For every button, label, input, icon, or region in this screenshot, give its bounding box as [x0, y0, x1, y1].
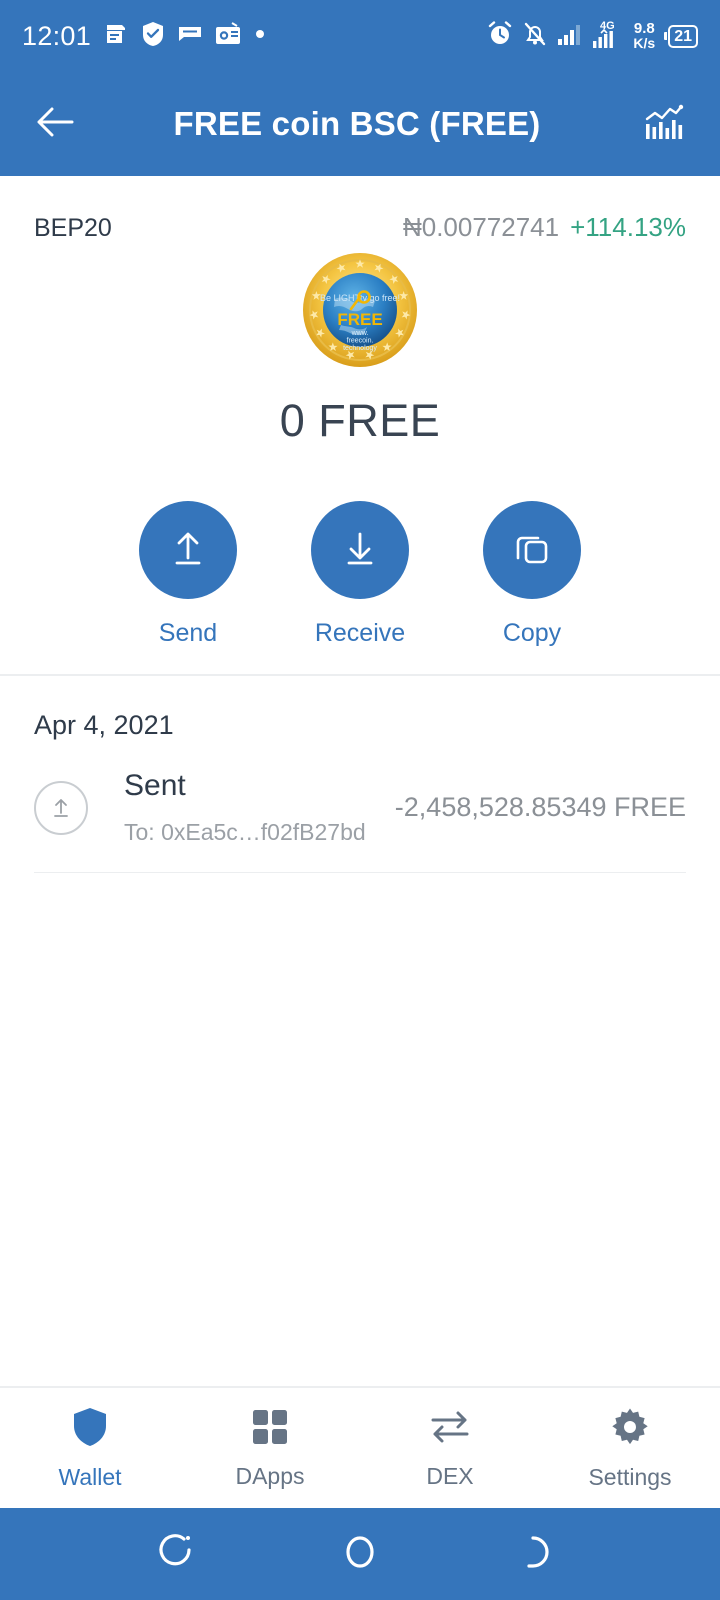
tab-dapps[interactable]: DApps — [180, 1388, 360, 1508]
price-change-percent: +114.13% — [570, 212, 686, 242]
transaction-body: Sent To: 0xEa5c…f02fB27bd -2,458,528.853… — [124, 769, 686, 846]
status-clock: 12:01 — [22, 20, 92, 51]
network-badge: BEP20 — [34, 214, 112, 242]
transaction-recipient: To: 0xEa5c…f02fB27bd — [124, 819, 366, 845]
tab-dapps-label: DApps — [235, 1462, 305, 1489]
signal-4g-icon: 4G — [592, 19, 624, 54]
copy-squares-icon — [510, 526, 554, 575]
svg-text:technology: technology — [343, 345, 377, 352]
phone-screen: 12:01 4G 9.8 K/s 21 FREE coin BSC (FREE)… — [0, 0, 720, 1600]
status-bar: 12:01 4G 9.8 K/s 21 — [0, 0, 720, 72]
tab-wallet[interactable]: Wallet — [0, 1388, 180, 1508]
home-button[interactable] — [330, 1524, 390, 1584]
send-button[interactable]: Send — [139, 501, 237, 648]
tab-dex[interactable]: DEX — [360, 1388, 540, 1508]
grid-squares-icon — [250, 1407, 290, 1452]
price-row: BEP20 ₦0.00772741 +114.13% — [34, 176, 686, 243]
app-bar: FREE coin BSC (FREE) — [0, 72, 720, 176]
price-group: ₦0.00772741 +114.13% — [403, 212, 686, 243]
notifications-off-icon — [522, 21, 548, 52]
back-arc-icon — [517, 1529, 563, 1580]
token-logo-wrap: Be LIGHTty go free! FREE www. freecoin. … — [34, 251, 686, 369]
svg-text:freecoin.: freecoin. — [347, 338, 374, 345]
upload-arrow-icon — [165, 525, 211, 576]
send-button-circle — [139, 501, 237, 599]
note-icon — [104, 22, 128, 51]
transaction-amount: -2,458,528.85349 FREE — [394, 792, 686, 822]
copy-button-label: Copy — [502, 619, 562, 647]
action-buttons: Send Receive Copy — [34, 501, 686, 648]
arrow-left-icon — [35, 105, 75, 144]
home-circle-icon — [337, 1529, 383, 1580]
transaction-date-header: Apr 4, 2021 — [34, 710, 174, 740]
copy-button[interactable]: Copy — [483, 501, 581, 648]
status-bar-right: 4G 9.8 K/s 21 — [487, 19, 698, 54]
sent-arrow-icon — [34, 780, 88, 835]
copy-button-circle — [483, 501, 581, 599]
tab-settings[interactable]: Settings — [540, 1388, 720, 1508]
back-button[interactable] — [510, 1524, 570, 1584]
chart-bar-icon — [644, 103, 686, 146]
transaction-texts: Sent To: 0xEa5c…f02fB27bd — [124, 769, 366, 846]
receive-button[interactable]: Receive — [311, 501, 409, 648]
back-navigation-button[interactable] — [28, 97, 82, 151]
svg-text:FREE: FREE — [337, 310, 382, 329]
bottom-tab-bar: Wallet DApps DEX Settings — [0, 1386, 720, 1508]
transaction-type: Sent — [124, 769, 186, 802]
svg-text:www.: www. — [351, 330, 369, 337]
receive-button-circle — [311, 501, 409, 599]
battery-indicator: 21 — [664, 24, 698, 48]
recent-apps-icon — [157, 1529, 203, 1580]
alarm-icon — [487, 20, 513, 52]
dot-icon — [254, 27, 266, 45]
tab-wallet-label: Wallet — [58, 1463, 122, 1490]
token-balance: 0 FREE — [279, 395, 441, 446]
send-button-label: Send — [158, 619, 218, 647]
fiat-price: ₦0.00772741 — [402, 212, 560, 242]
signal-bars-icon — [557, 22, 583, 51]
shield-check-icon — [141, 21, 165, 52]
receive-button-label: Receive — [314, 619, 406, 647]
tab-settings-label: Settings — [588, 1463, 672, 1490]
token-summary-panel: BEP20 ₦0.00772741 +114.13% Be LIGHTty go… — [0, 176, 720, 676]
recent-apps-button[interactable] — [150, 1524, 210, 1584]
tab-dex-label: DEX — [426, 1462, 474, 1489]
message-icon — [178, 25, 202, 48]
battery-level: 21 — [668, 24, 698, 48]
radio-icon — [215, 21, 241, 51]
network-speed-unit: K/s — [633, 35, 656, 51]
price-chart-button[interactable] — [638, 97, 692, 151]
status-bar-left: 12:01 — [22, 21, 266, 52]
table-row[interactable]: Sent To: 0xEa5c…f02fB27bd -2,458,528.853… — [34, 769, 686, 873]
android-navigation-bar — [0, 1508, 720, 1600]
shield-icon — [71, 1406, 109, 1453]
free-coin-logo-icon: Be LIGHTty go free! FREE www. freecoin. … — [301, 251, 419, 369]
swap-arrows-icon — [428, 1407, 472, 1452]
battery-nub — [664, 32, 668, 40]
download-arrow-icon — [337, 525, 383, 576]
svg-text:4G: 4G — [600, 20, 615, 32]
gear-icon — [609, 1406, 651, 1453]
page-title: FREE coin BSC (FREE) — [173, 105, 541, 142]
network-speed: 9.8 K/s — [633, 21, 655, 51]
transaction-list: Apr 4, 2021 Sent To: 0xEa5c…f02fB27bd -2… — [0, 676, 720, 1386]
